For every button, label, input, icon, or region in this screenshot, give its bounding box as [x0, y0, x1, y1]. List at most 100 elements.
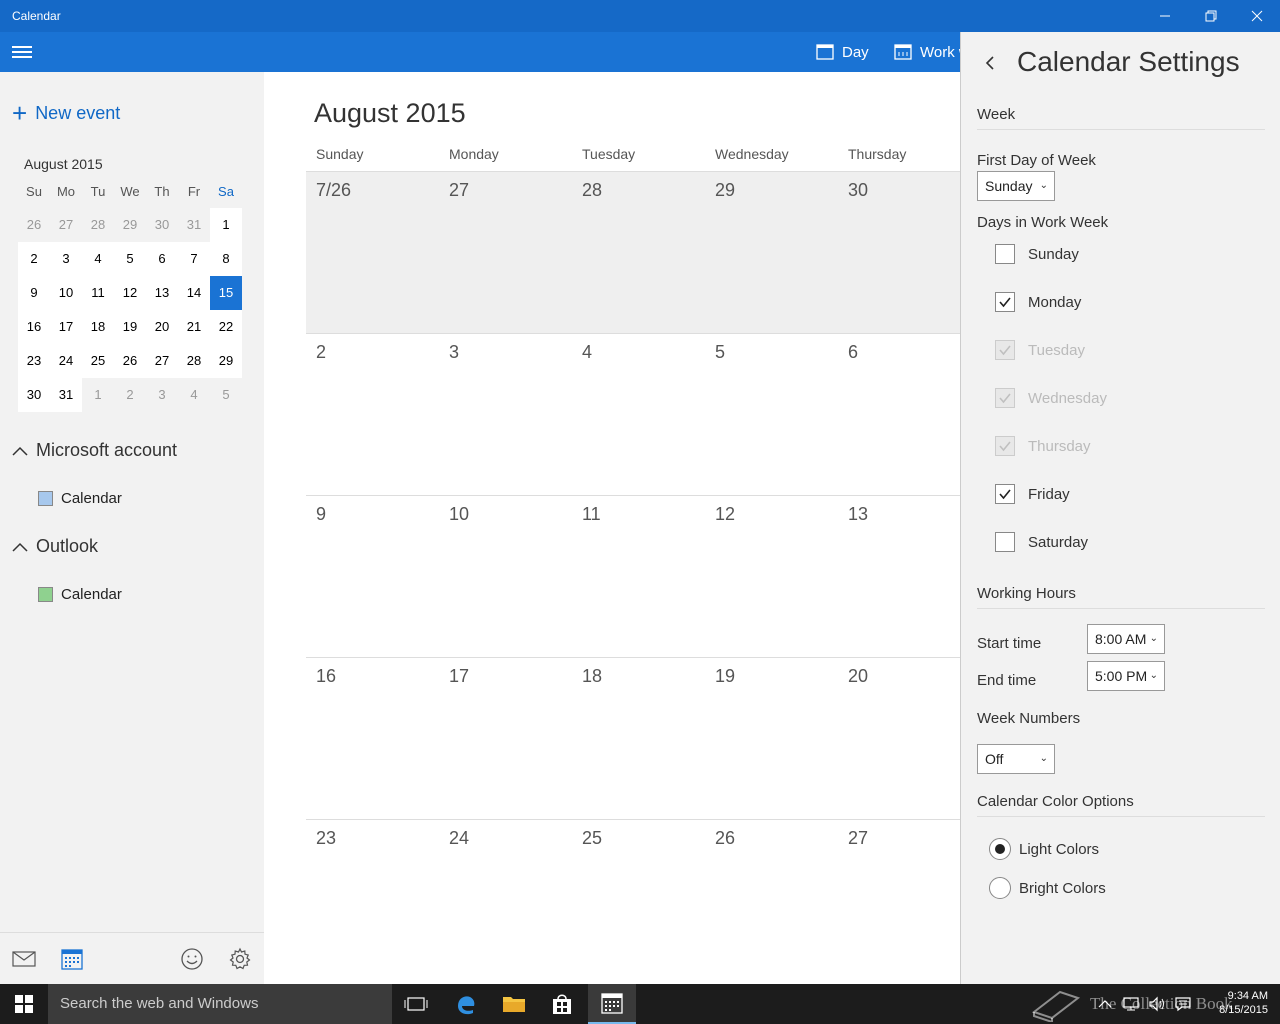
mini-calendar-day[interactable]: 28 — [82, 208, 114, 242]
checkbox[interactable] — [995, 484, 1015, 504]
mini-calendar-day[interactable]: 25 — [82, 344, 114, 378]
microsoft-account-group-header[interactable]: Microsoft account — [12, 440, 177, 461]
day-cell[interactable]: 5 — [705, 334, 838, 495]
restore-button[interactable] — [1188, 0, 1234, 32]
mini-calendar-day[interactable]: 26 — [114, 344, 146, 378]
settings-gear-icon[interactable] — [227, 947, 253, 971]
mini-calendar-day[interactable]: 10 — [50, 276, 82, 310]
store-icon[interactable] — [538, 984, 586, 1024]
day-cell[interactable]: 28 — [572, 172, 705, 333]
work-week-day-sunday[interactable]: Sunday — [995, 244, 1079, 264]
calendar-app-icon[interactable] — [588, 984, 636, 1024]
day-cell[interactable]: 10 — [439, 496, 572, 657]
day-view-button[interactable]: Day — [816, 32, 869, 72]
work-week-day-monday[interactable]: Monday — [995, 292, 1081, 312]
day-cell[interactable]: 7/26 — [306, 172, 439, 333]
day-cell[interactable]: 16 — [306, 658, 439, 819]
work-week-view-button[interactable]: Work w — [894, 32, 970, 72]
mini-calendar-selected-day[interactable]: 15 — [210, 276, 242, 310]
start-time-select[interactable]: 8:00 AM ⌄ — [1087, 624, 1165, 654]
day-cell[interactable]: 27 — [439, 172, 572, 333]
feedback-smiley-icon[interactable] — [179, 947, 205, 971]
taskbar-search-box[interactable]: Search the web and Windows — [48, 984, 392, 1024]
day-cell[interactable]: 6 — [838, 334, 960, 495]
edge-browser-icon[interactable] — [442, 984, 490, 1024]
day-cell[interactable]: 24 — [439, 820, 572, 981]
checkbox[interactable] — [995, 532, 1015, 552]
mini-calendar-day[interactable]: 21 — [178, 310, 210, 344]
start-button[interactable] — [0, 984, 48, 1024]
mini-calendar-day[interactable]: 8 — [210, 242, 242, 276]
day-cell[interactable]: 12 — [705, 496, 838, 657]
mini-calendar-day[interactable]: 19 — [114, 310, 146, 344]
task-view-icon[interactable] — [392, 984, 440, 1024]
mini-calendar-day[interactable]: 16 — [18, 310, 50, 344]
day-cell[interactable]: 9 — [306, 496, 439, 657]
day-cell[interactable]: 30 — [838, 172, 960, 333]
mini-calendar-day[interactable]: 11 — [82, 276, 114, 310]
work-week-day-saturday[interactable]: Saturday — [995, 532, 1088, 552]
mini-calendar-day[interactable]: 27 — [146, 344, 178, 378]
mini-calendar-day[interactable]: 9 — [18, 276, 50, 310]
work-week-day-friday[interactable]: Friday — [995, 484, 1070, 504]
mini-calendar-day[interactable]: 24 — [50, 344, 82, 378]
mini-calendar-day[interactable]: 27 — [50, 208, 82, 242]
mini-calendar-title[interactable]: August 2015 — [24, 156, 103, 172]
day-cell[interactable]: 17 — [439, 658, 572, 819]
mini-calendar-day[interactable]: 26 — [18, 208, 50, 242]
day-cell[interactable]: 26 — [705, 820, 838, 981]
day-cell[interactable]: 29 — [705, 172, 838, 333]
checkbox[interactable] — [995, 292, 1015, 312]
end-time-select[interactable]: 5:00 PM ⌄ — [1087, 661, 1165, 691]
mini-calendar-day[interactable]: 1 — [210, 208, 242, 242]
day-cell[interactable]: 27 — [838, 820, 960, 981]
mini-calendar-day[interactable]: 6 — [146, 242, 178, 276]
file-explorer-icon[interactable] — [490, 984, 538, 1024]
outlook-calendar-item[interactable]: Calendar — [38, 586, 122, 603]
day-cell[interactable]: 3 — [439, 334, 572, 495]
microsoft-calendar-item[interactable]: Calendar — [38, 490, 122, 507]
radio-button[interactable] — [989, 838, 1011, 860]
minimize-button[interactable] — [1142, 0, 1188, 32]
day-cell[interactable]: 4 — [572, 334, 705, 495]
mini-calendar-day[interactable]: 5 — [114, 242, 146, 276]
mini-calendar-day[interactable]: 29 — [114, 208, 146, 242]
back-button[interactable] — [983, 54, 997, 77]
mini-calendar-day[interactable]: 2 — [114, 378, 146, 412]
mini-calendar-day[interactable]: 30 — [146, 208, 178, 242]
color-option-bright[interactable]: Bright Colors — [989, 877, 1106, 899]
day-cell[interactable]: 18 — [572, 658, 705, 819]
checkbox[interactable] — [995, 244, 1015, 264]
calendar-icon[interactable] — [59, 947, 85, 971]
mini-calendar-day[interactable]: 31 — [178, 208, 210, 242]
day-cell[interactable]: 23 — [306, 820, 439, 981]
mini-calendar-day[interactable]: 18 — [82, 310, 114, 344]
mini-calendar-day[interactable]: 17 — [50, 310, 82, 344]
mini-calendar-day[interactable]: 12 — [114, 276, 146, 310]
mini-calendar-day[interactable]: 3 — [50, 242, 82, 276]
week-numbers-select[interactable]: Off ⌄ — [977, 744, 1055, 774]
color-option-light[interactable]: Light Colors — [989, 838, 1099, 860]
day-cell[interactable]: 25 — [572, 820, 705, 981]
day-cell[interactable]: 11 — [572, 496, 705, 657]
day-cell[interactable]: 2 — [306, 334, 439, 495]
mini-calendar-day[interactable]: 4 — [82, 242, 114, 276]
mini-calendar-day[interactable]: 22 — [210, 310, 242, 344]
mini-calendar-day[interactable]: 30 — [18, 378, 50, 412]
close-button[interactable] — [1234, 0, 1280, 32]
first-day-select[interactable]: Sunday ⌄ — [977, 171, 1055, 201]
radio-button[interactable] — [989, 877, 1011, 899]
mini-calendar-day[interactable]: 7 — [178, 242, 210, 276]
mini-calendar-day[interactable]: 3 — [146, 378, 178, 412]
mini-calendar-day[interactable]: 31 — [50, 378, 82, 412]
mail-icon[interactable] — [11, 947, 37, 971]
new-event-button[interactable]: + New event — [12, 100, 120, 126]
day-cell[interactable]: 20 — [838, 658, 960, 819]
hamburger-menu-button[interactable] — [10, 40, 34, 64]
mini-calendar-day[interactable]: 4 — [178, 378, 210, 412]
day-cell[interactable]: 19 — [705, 658, 838, 819]
mini-calendar-day[interactable]: 20 — [146, 310, 178, 344]
mini-calendar-day[interactable]: 29 — [210, 344, 242, 378]
mini-calendar-day[interactable]: 13 — [146, 276, 178, 310]
mini-calendar-day[interactable]: 2 — [18, 242, 50, 276]
